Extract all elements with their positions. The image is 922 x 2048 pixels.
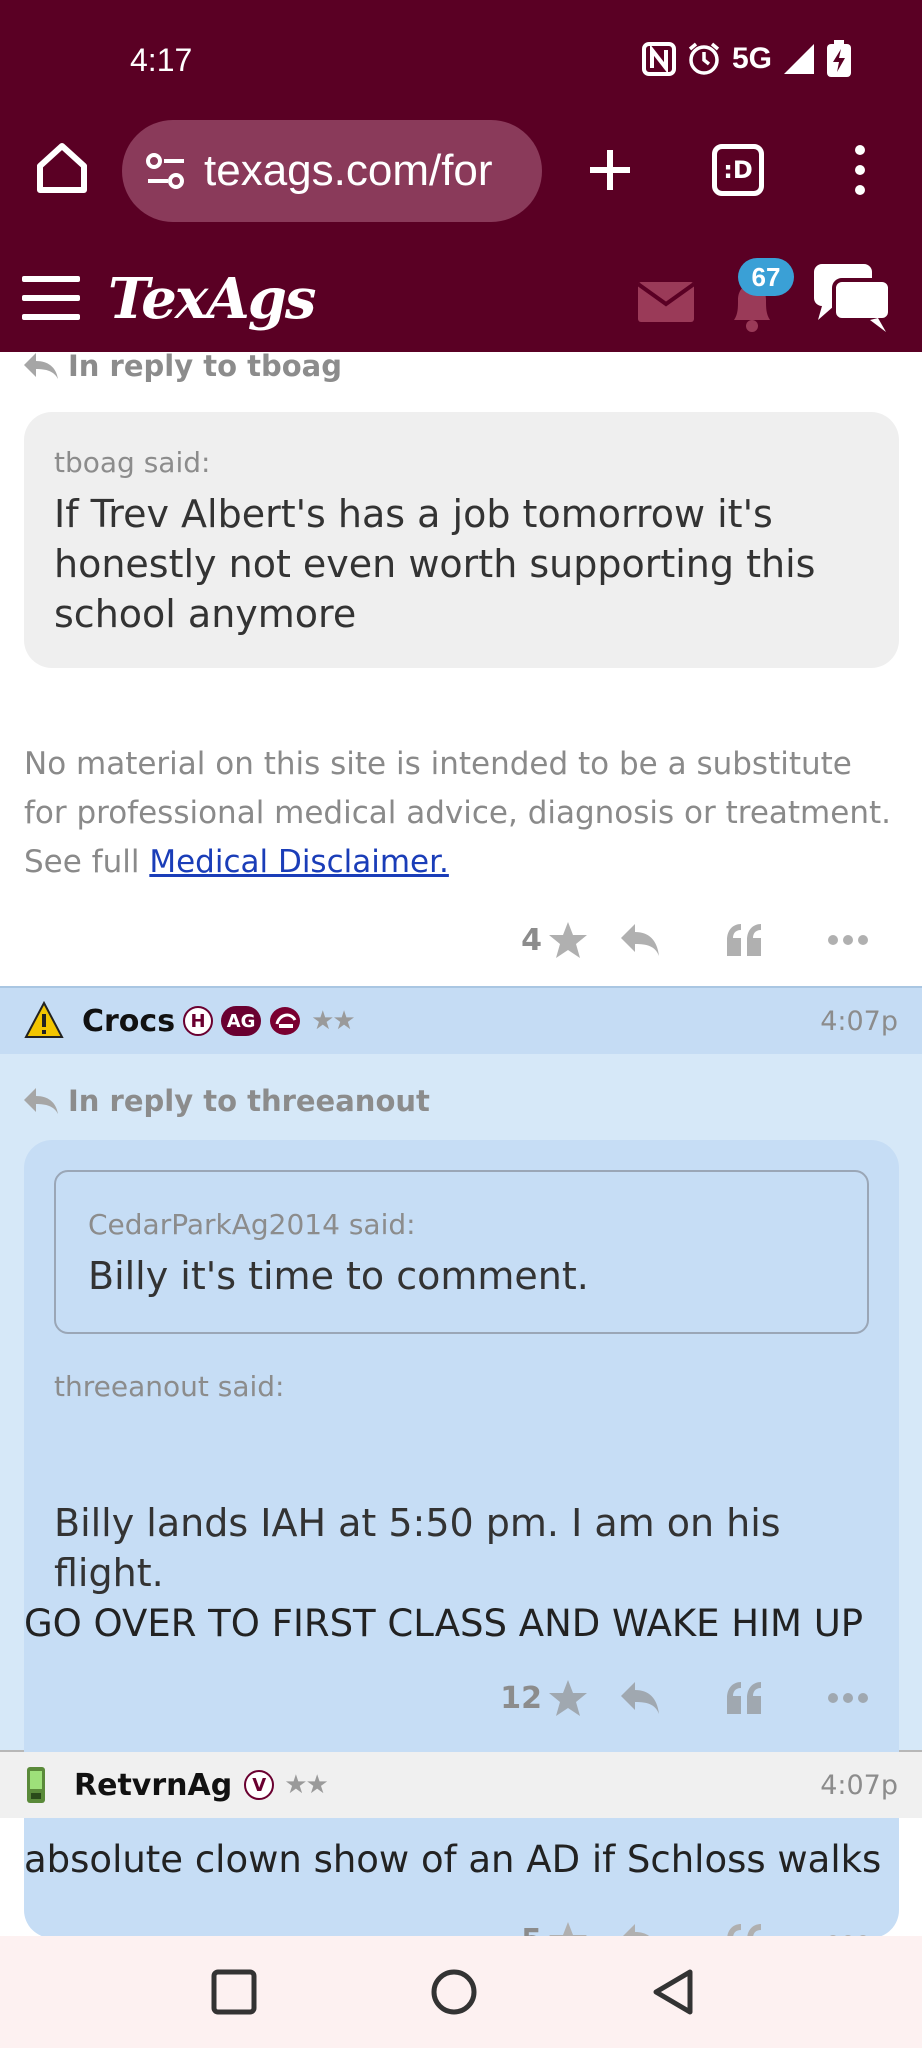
- recents-icon[interactable]: [206, 1964, 262, 2020]
- battery-charging-icon: [826, 40, 852, 78]
- post-body: absolute clown show of an AD if Schloss …: [24, 1838, 882, 1881]
- home-icon[interactable]: [32, 138, 92, 198]
- browser-toolbar: texags.com/for :D: [0, 120, 922, 226]
- notification-badge: 67: [738, 258, 794, 296]
- post-time: 4:07p: [820, 1769, 898, 1801]
- star-count: 5: [521, 1923, 542, 1937]
- new-tab-icon[interactable]: [580, 140, 640, 200]
- post: RetvrnAg V ★★ 4:07p absolute clown show …: [0, 1752, 922, 1936]
- badge-h: H: [183, 1006, 214, 1036]
- quote-button[interactable]: [692, 1680, 796, 1716]
- back-icon[interactable]: [646, 1964, 702, 2020]
- site-settings-icon[interactable]: [144, 149, 188, 193]
- status-time: 4:17: [130, 42, 193, 78]
- more-options-button[interactable]: [796, 922, 900, 958]
- star-icon: [549, 1922, 587, 1936]
- reply-to-text: In reply to threeanout: [68, 1084, 430, 1118]
- more-options-button[interactable]: [796, 1922, 900, 1936]
- phone-icon: [27, 1767, 45, 1803]
- reply-to-link[interactable]: In reply to tboag: [22, 352, 342, 383]
- reply-icon: [621, 1682, 659, 1714]
- nested-quote-author: CedarParkAg2014 said:: [88, 1208, 416, 1241]
- rank-stars: ★★: [311, 1006, 356, 1036]
- more-icon: [828, 935, 868, 945]
- star-button[interactable]: 12: [488, 1679, 588, 1717]
- quote-text: Billy lands IAH at 5:50 pm. I am on his …: [54, 1501, 781, 1595]
- quote-icon: [727, 924, 761, 956]
- nfc-icon: [641, 42, 676, 76]
- rank-stars: ★★: [284, 1770, 329, 1800]
- tabs-label: :D: [723, 156, 753, 184]
- post-actions: 12: [488, 1670, 900, 1726]
- medical-disclaimer-link[interactable]: Medical Disclaimer.: [149, 844, 449, 880]
- quote-icon: [727, 1924, 761, 1936]
- star-button[interactable]: 4: [488, 921, 588, 959]
- post-actions: 4: [488, 912, 900, 968]
- reply-icon: [623, 1924, 649, 1936]
- address-bar[interactable]: texags.com/for: [122, 120, 542, 222]
- nested-quote-text: Billy it's time to comment.: [88, 1254, 589, 1298]
- badge-v: V: [244, 1770, 275, 1800]
- more-icon: [830, 1935, 866, 1936]
- post: In reply to tboag tboag said: If Trev Al…: [0, 352, 922, 986]
- more-menu-icon[interactable]: [838, 140, 882, 200]
- star-icon: [549, 922, 587, 958]
- medical-disclaimer: No material on this site is intended to …: [24, 740, 904, 887]
- reply-icon: [621, 924, 659, 956]
- system-nav-bar: [0, 1936, 922, 2048]
- reply-to-text: In reply to tboag: [68, 352, 342, 383]
- team-logo-icon: [269, 1006, 301, 1036]
- post-time: 4:07p: [820, 1005, 898, 1037]
- signal-icon: [782, 42, 816, 76]
- username[interactable]: RetvrnAg: [74, 1768, 232, 1803]
- quote-icon: [727, 1682, 761, 1714]
- status-icons: 5G: [641, 40, 852, 78]
- network-label: 5G: [731, 42, 772, 75]
- tabs-icon[interactable]: :D: [712, 144, 764, 196]
- post-actions: 5: [488, 1912, 900, 1936]
- star-count: 12: [500, 1680, 542, 1716]
- quote-author: tboag said:: [54, 446, 211, 479]
- quote-button[interactable]: [692, 1922, 796, 1936]
- quote-text: If Trev Albert's has a job tomorrow it's…: [54, 492, 816, 636]
- reply-arrow-icon: [24, 353, 58, 379]
- reply-to-link[interactable]: In reply to threeanout: [22, 1084, 430, 1118]
- menu-icon[interactable]: [22, 276, 80, 320]
- star-count: 4: [521, 922, 542, 958]
- username[interactable]: Crocs: [82, 1004, 175, 1039]
- site-logo[interactable]: TexAgs: [108, 266, 316, 332]
- quote-button[interactable]: [692, 922, 796, 958]
- quote-author: threeanout said:: [54, 1370, 285, 1403]
- browser-chrome: 4:17 5G texags.com/for :D TexAgs 67: [0, 0, 922, 352]
- reply-button[interactable]: [588, 1922, 692, 1936]
- badge-ag: AG: [221, 1006, 262, 1036]
- reply-button[interactable]: [588, 922, 692, 958]
- mail-icon[interactable]: [636, 282, 696, 322]
- alarm-icon: [686, 41, 722, 77]
- reply-button[interactable]: [588, 1680, 692, 1716]
- outer-quote: CedarParkAg2014 said: Billy it's time to…: [24, 1140, 899, 1595]
- post-body: GO OVER TO FIRST CLASS AND WAKE HIM UP: [24, 1602, 864, 1645]
- quote-box: tboag said: If Trev Albert's has a job t…: [24, 412, 899, 668]
- reply-arrow-icon: [24, 1088, 58, 1114]
- more-options-button[interactable]: [796, 1680, 900, 1716]
- thread-content[interactable]: In reply to tboag tboag said: If Trev Al…: [0, 352, 922, 1936]
- home-circle-icon[interactable]: [426, 1964, 482, 2020]
- chat-icon[interactable]: [812, 262, 892, 334]
- nested-quote-box: CedarParkAg2014 said: Billy it's time to…: [54, 1170, 869, 1334]
- more-icon: [828, 1693, 868, 1703]
- post-header: Crocs H AG ★★ 4:07p: [0, 988, 922, 1054]
- url-text: texags.com/for: [204, 146, 493, 195]
- star-button[interactable]: 5: [488, 1921, 588, 1936]
- warning-icon: [24, 1001, 64, 1038]
- star-icon: [549, 1680, 587, 1716]
- post-header: RetvrnAg V ★★ 4:07p: [0, 1752, 922, 1818]
